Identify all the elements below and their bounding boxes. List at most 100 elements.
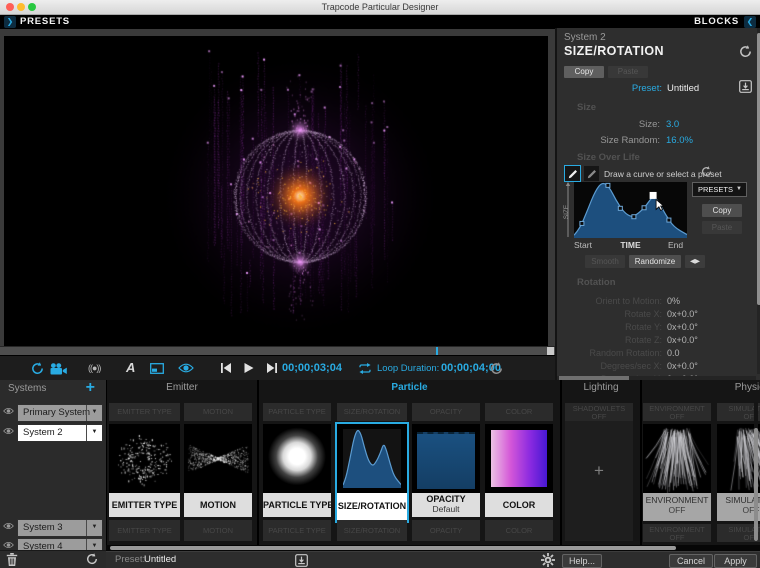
loop-icon[interactable] <box>358 363 372 374</box>
preset-label: Preset: <box>631 83 662 94</box>
particle-preview-canvas[interactable] <box>4 36 548 346</box>
random-rotation-label: Random Rotation: <box>589 348 662 358</box>
tile-thumb-motion[interactable] <box>184 424 252 493</box>
preview-viewport[interactable] <box>4 36 548 346</box>
system-name: System 3 <box>23 522 63 533</box>
antialias-icon[interactable]: A <box>126 360 135 375</box>
system-name: System 2 <box>23 427 63 438</box>
scrubber-end-handle[interactable] <box>547 347 554 355</box>
reset-loop-icon[interactable] <box>490 362 503 375</box>
eye-icon[interactable] <box>3 522 14 530</box>
timeline-scrubber[interactable] <box>0 346 555 355</box>
current-timecode[interactable]: 00;00;03;04 <box>282 362 342 374</box>
viewport-toolbar: ((●)) A 00;00;03;04 Loop Duration: 00;00… <box>0 355 555 381</box>
add-system-button[interactable]: + <box>86 380 95 397</box>
opacity-curve-thumbnail <box>417 432 475 489</box>
save-preset-icon[interactable] <box>295 554 308 567</box>
gear-icon[interactable] <box>541 553 555 567</box>
tile-subtitle: Default <box>432 504 460 514</box>
add-lighting-block-button[interactable]: + <box>565 461 633 481</box>
tile-label-environment[interactable]: ENVIRONMENT OFF <box>643 493 711 521</box>
presets-panel-toggle[interactable]: PRESETS <box>20 15 70 29</box>
display-mode-icon[interactable] <box>150 363 164 374</box>
tile-thumb-particle-type[interactable] <box>263 424 331 493</box>
visibility-eye-icon[interactable] <box>178 363 194 373</box>
play-button[interactable] <box>244 363 254 373</box>
tile-label-color[interactable]: COLOR <box>485 493 553 517</box>
tile-thumb-emitter-type[interactable] <box>109 424 180 493</box>
tile-label-particle-type[interactable]: PARTICLE TYPE <box>263 493 331 517</box>
tile-header-shadowlets: SHADOWLETS OFF <box>565 403 633 421</box>
system-select-3[interactable]: System 3 ▼ <box>17 519 103 537</box>
reset-systems-icon[interactable] <box>86 553 98 565</box>
tile-label-opacity[interactable]: OPACITY Default <box>412 493 480 517</box>
size-over-life-curve-editor[interactable] <box>574 182 687 238</box>
randomize-button[interactable]: Randomize <box>629 255 681 268</box>
blocks-vertical-scrollbar[interactable] <box>754 402 758 541</box>
block-title: SIZE/ROTATION <box>564 44 664 58</box>
smooth-button[interactable]: Smooth <box>585 255 625 268</box>
next-frame-button[interactable] <box>267 363 277 373</box>
system-select-2[interactable]: System 2 ▼ <box>17 424 103 442</box>
system-name: Primary System <box>23 407 91 418</box>
apply-button[interactable]: Apply <box>714 554 757 568</box>
reset-block-icon[interactable] <box>739 45 752 58</box>
copy-block-button[interactable]: Copy <box>564 66 604 78</box>
section-lighting-header: Lighting <box>583 382 619 393</box>
tile-header-color: COLOR <box>485 403 553 421</box>
previous-frame-button[interactable] <box>221 363 231 373</box>
chevron-down-icon[interactable]: ▼ <box>86 405 102 421</box>
chevron-down-icon[interactable]: ▼ <box>86 425 102 441</box>
paste-block-button[interactable]: Paste <box>608 66 648 78</box>
curve-presets-dropdown[interactable]: PRESETS ▼ <box>692 182 747 197</box>
blocks-panel-toggle[interactable]: BLOCKS <box>694 15 739 29</box>
system-select-primary[interactable]: Primary System ▼ <box>17 404 103 422</box>
cancel-button[interactable]: Cancel <box>669 554 713 568</box>
playhead[interactable] <box>436 347 438 355</box>
systems-panel-footer <box>0 550 106 568</box>
section-physics-header: Physics <box>734 382 760 393</box>
rotate-x-label: Rotate X: <box>624 309 662 319</box>
system-row-2: System 2 ▼ <box>0 424 106 442</box>
tile-thumb-opacity[interactable] <box>412 424 480 493</box>
size-value[interactable]: 3.0 <box>666 119 679 130</box>
tile-thumb-size-rotation[interactable] <box>337 424 407 493</box>
tile-thumb-color[interactable] <box>485 424 553 493</box>
tile-label-size-rotation[interactable]: SIZE/ROTATION <box>337 493 407 521</box>
copy-curve-button[interactable]: Copy <box>702 204 742 217</box>
reset-view-icon[interactable] <box>31 362 44 375</box>
size-random-value[interactable]: 16.0% <box>666 135 693 146</box>
eye-icon[interactable] <box>3 541 14 549</box>
size-curve-thumbnail <box>343 429 401 488</box>
tile-size-rotation-selected[interactable]: SIZE/ROTATION <box>335 422 409 523</box>
size-over-life-label: Size Over Life <box>577 152 640 163</box>
nudge-curve-arrows-button[interactable]: ◀▶ <box>685 255 705 268</box>
motion-blur-icon[interactable]: ((●)) <box>88 363 101 373</box>
reset-curve-icon[interactable] <box>701 166 712 177</box>
tile-header-motion: MOTION <box>184 403 252 421</box>
bottom-preset-label: Preset: <box>115 554 146 565</box>
tile-thumb-environment[interactable] <box>643 424 711 493</box>
chevron-down-icon: ▼ <box>736 186 742 192</box>
paste-curve-button[interactable]: Paste <box>702 221 742 234</box>
eye-icon[interactable] <box>3 427 14 435</box>
eye-icon[interactable] <box>3 407 14 415</box>
edit-curve-tool[interactable] <box>583 165 600 182</box>
top-toolbar: ❯ PRESETS BLOCKS ❮ <box>0 15 760 29</box>
preset-value[interactable]: Untitled <box>667 83 699 94</box>
draw-curve-tool-selected[interactable] <box>564 165 581 182</box>
help-button[interactable]: Help... <box>562 554 602 568</box>
bottom-preset-value[interactable]: Untitled <box>144 552 176 568</box>
tile-label-emitter-type[interactable]: EMITTER TYPE <box>109 493 180 517</box>
size-random-label: Size Random: <box>600 135 660 146</box>
presets-expand-icon[interactable]: ❯ <box>4 16 16 28</box>
save-preset-icon[interactable] <box>739 80 752 93</box>
size-section-label: Size <box>577 102 597 113</box>
delete-system-trash-icon[interactable] <box>6 553 18 566</box>
tile-label-motion[interactable]: MOTION <box>184 493 252 517</box>
chevron-down-icon[interactable]: ▼ <box>86 520 102 536</box>
blocks-collapse-icon[interactable]: ❮ <box>744 16 756 28</box>
tile-header-particle-type: PARTICLE TYPE <box>263 403 331 421</box>
active-system-label: System 2 <box>564 32 606 43</box>
camera-icon[interactable] <box>50 363 67 375</box>
